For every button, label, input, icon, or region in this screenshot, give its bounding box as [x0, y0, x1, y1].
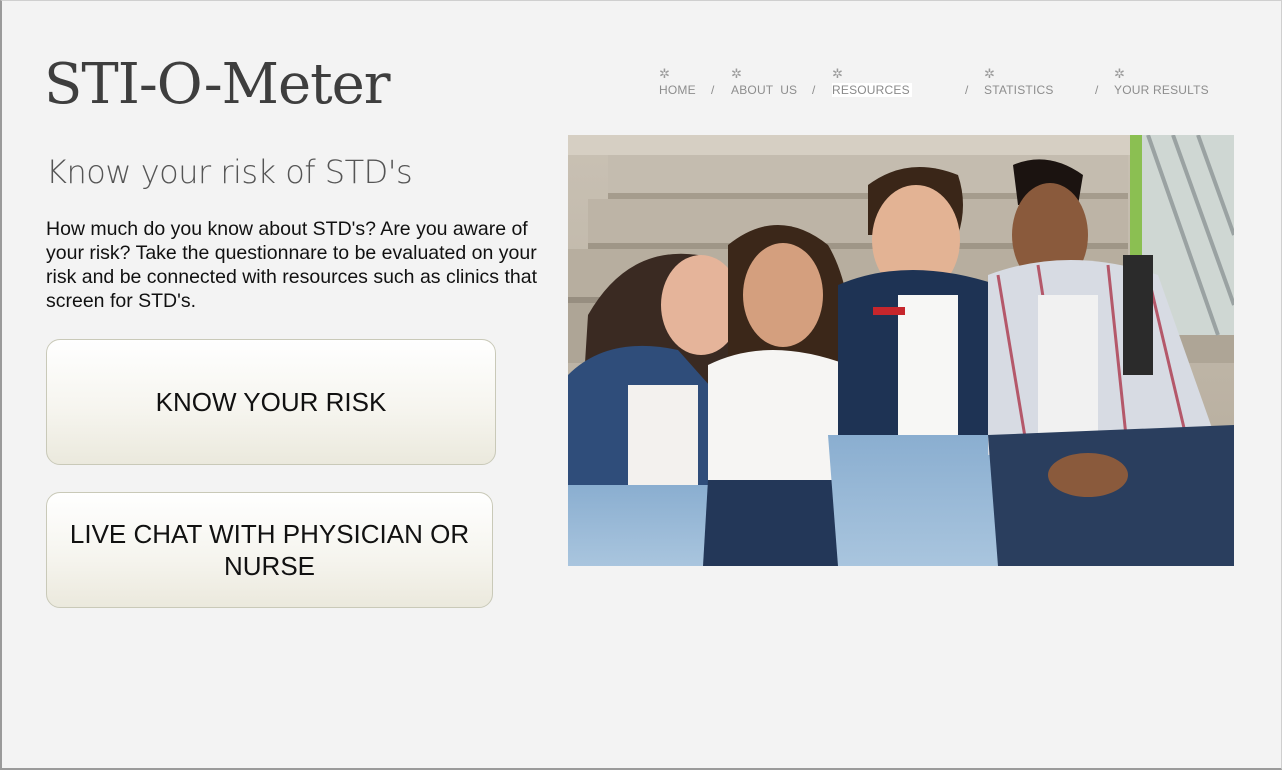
nav-item-home[interactable]: ✲ HOME [659, 66, 696, 98]
page: STI-O-Meter ✲ HOME / ✲ ABOUT US / ✲ RESO… [0, 0, 1282, 770]
nav-separator: / [812, 83, 816, 97]
nav-label: STATISTICS [984, 83, 1054, 97]
nav-label: ABOUT US [731, 83, 798, 97]
nav-separator: / [1095, 83, 1099, 97]
nav-item-resources[interactable]: ✲ RESOURCES [832, 67, 912, 97]
gear-icon: ✲ [984, 66, 995, 81]
nav-separator: / [965, 83, 969, 97]
live-chat-button[interactable]: LIVE CHAT WITH PHYSICIAN OR NURSE [46, 492, 493, 608]
intro-paragraph: How much do you know about STD's? Are yo… [46, 218, 537, 312]
nav-separator: / [711, 83, 715, 97]
nav-item-statistics[interactable]: ✲ STATISTICS [984, 66, 1054, 98]
hero-photo [568, 135, 1234, 566]
nav-label: HOME [659, 83, 696, 97]
gear-icon: ✲ [659, 66, 670, 81]
site-logo-title[interactable]: STI-O-Meter [44, 57, 391, 113]
main-nav: ✲ HOME / ✲ ABOUT US / ✲ RESOURCES / ✲ ST… [652, 67, 1252, 103]
know-your-risk-button[interactable]: KNOW YOUR RISK [46, 339, 496, 465]
gear-icon: ✲ [1114, 66, 1125, 81]
gear-icon: ✲ [832, 66, 843, 81]
gear-icon: ✲ [731, 66, 742, 81]
nav-item-about-us[interactable]: ✲ ABOUT US [731, 66, 798, 98]
nav-item-your-results[interactable]: ✲ YOUR RESULTS [1114, 66, 1209, 98]
nav-label: RESOURCES [832, 83, 912, 97]
page-tagline: Know your risk of STD's [46, 153, 413, 191]
nav-label: YOUR RESULTS [1114, 83, 1209, 97]
